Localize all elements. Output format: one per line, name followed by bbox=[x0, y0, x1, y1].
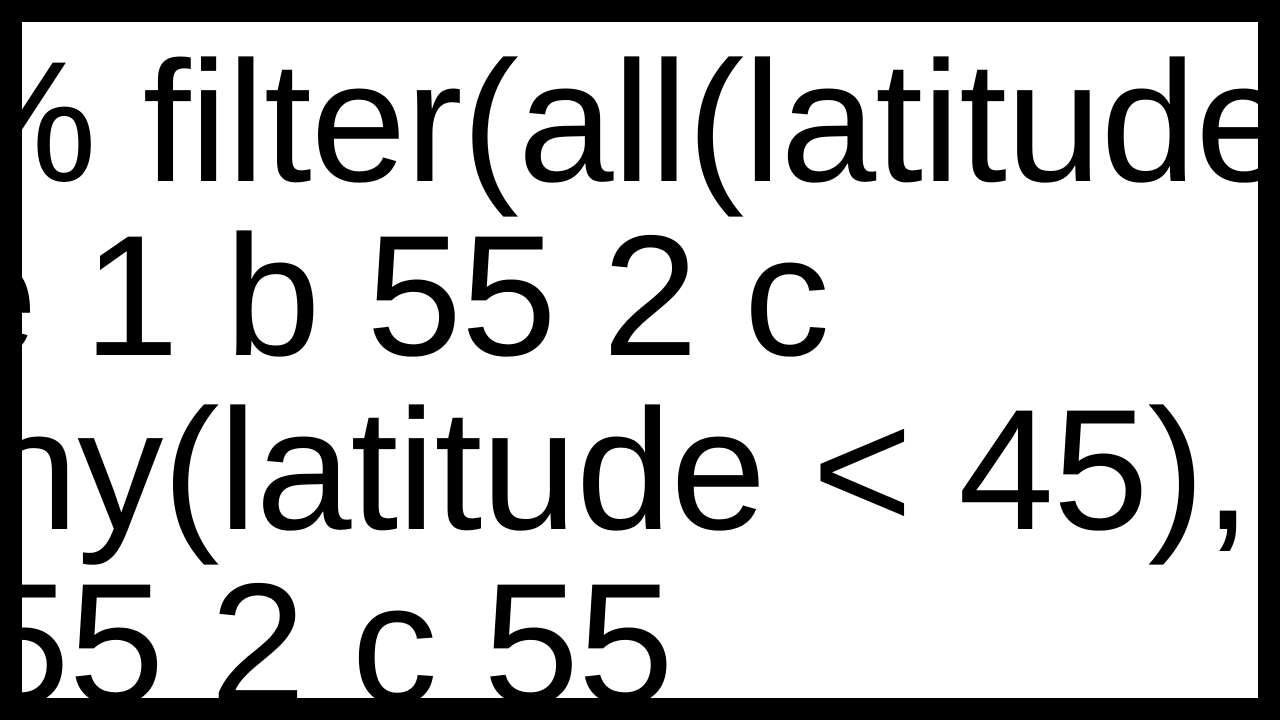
code-line-4: 55 2 c 55 bbox=[0, 558, 673, 720]
code-line-2: e 1 b 55 2 c bbox=[0, 210, 829, 382]
code-snippet-frame: % filter(all(latitude >= e 1 b 55 2 c an… bbox=[0, 0, 1280, 720]
code-line-3: any(latitude < 45), .b bbox=[0, 384, 1280, 556]
code-line-1: % filter(all(latitude >= bbox=[0, 36, 1280, 208]
